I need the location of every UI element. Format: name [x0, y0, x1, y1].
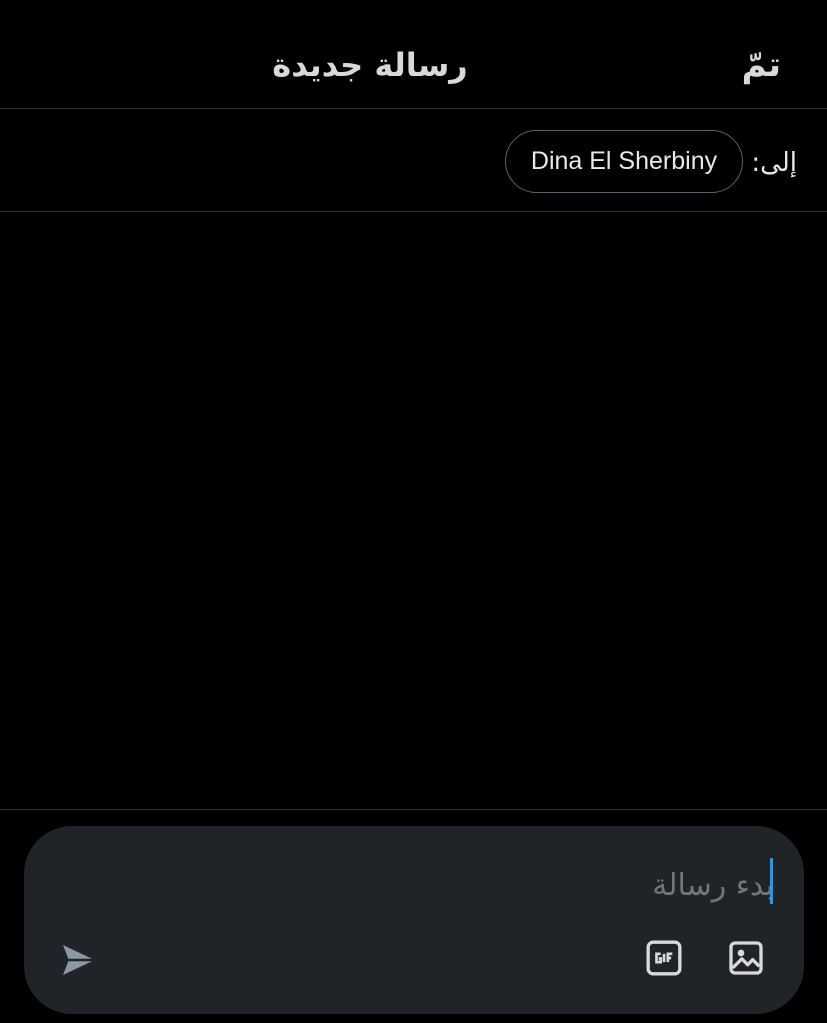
text-caret: [770, 858, 773, 904]
message-input[interactable]: [134, 860, 774, 910]
new-message-screen: رسالة جديدة تمّ إلى: Dina El Sherbiny: [0, 0, 827, 1023]
send-icon: [63, 945, 95, 975]
image-icon: [729, 941, 763, 975]
message-thread-area: [0, 213, 827, 810]
add-image-button[interactable]: [724, 936, 768, 980]
add-gif-button[interactable]: [642, 936, 686, 980]
gif-icon: [646, 940, 682, 976]
send-button[interactable]: [56, 938, 100, 982]
done-button[interactable]: تمّ: [742, 38, 781, 92]
message-composer: [24, 826, 804, 1014]
to-label: إلى:: [751, 148, 797, 178]
recipient-row: إلى: Dina El Sherbiny: [0, 110, 827, 212]
page-title: رسالة جديدة: [272, 46, 468, 84]
recipient-chip[interactable]: Dina El Sherbiny: [505, 130, 743, 193]
header: رسالة جديدة تمّ: [0, 0, 827, 109]
